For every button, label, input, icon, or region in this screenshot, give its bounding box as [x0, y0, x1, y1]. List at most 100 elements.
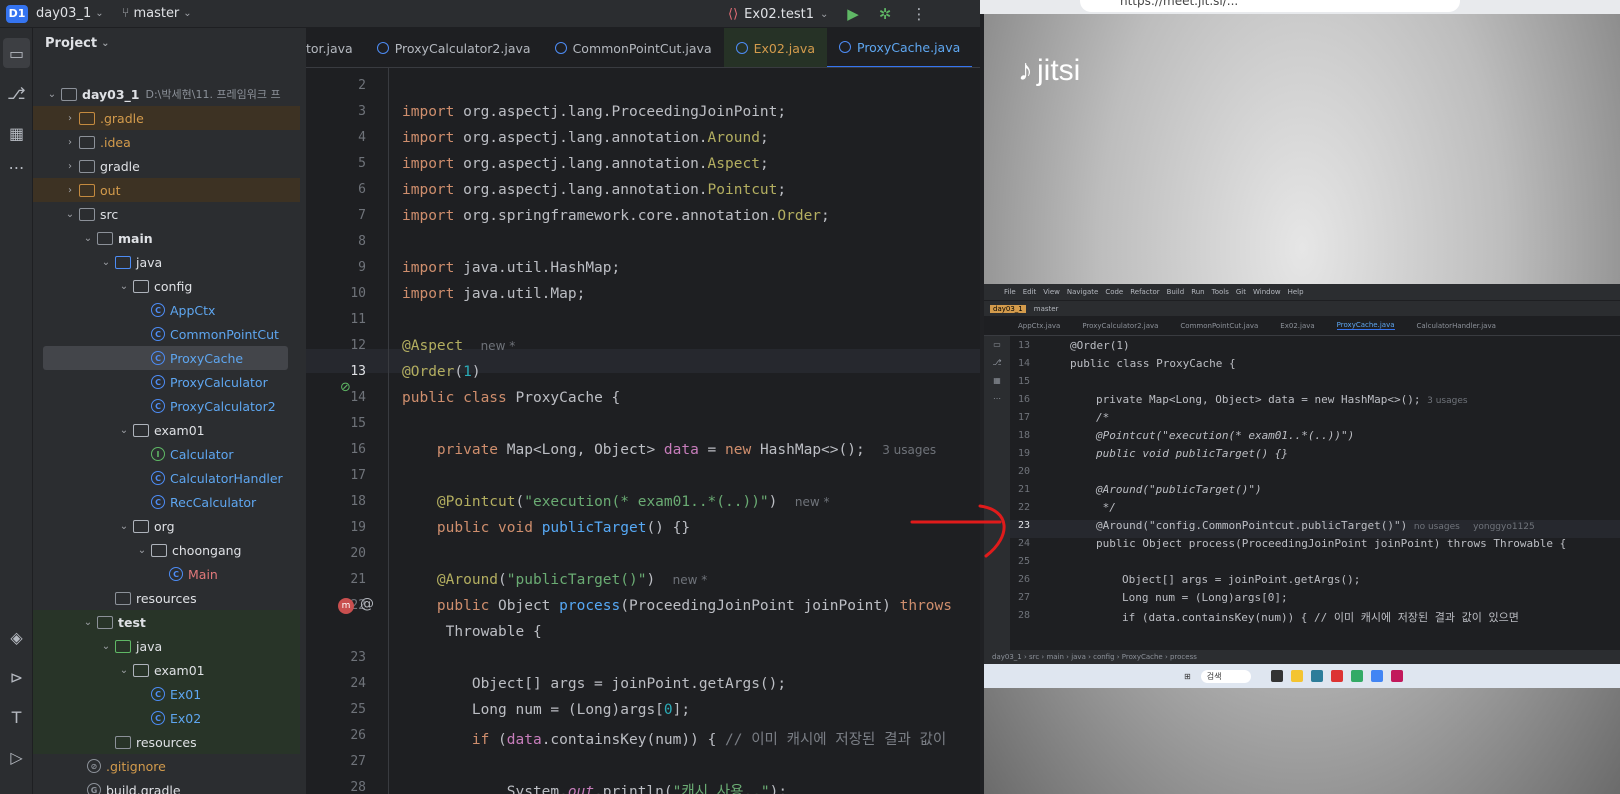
tree-item-config[interactable]: ⌄ config	[33, 274, 300, 298]
jitsi-logo: ♪ jitsi	[1018, 54, 1081, 87]
code-line: import org.springframework.core.annotati…	[402, 208, 830, 224]
structure-icon[interactable]: ▦	[0, 118, 33, 148]
shared-menu-bar: File Edit View Navigate Code Refactor Build Run…	[984, 284, 1620, 300]
tree-item-gitignore[interactable]: ⊘ .gitignore	[33, 754, 300, 778]
shared-editor-tabs: AppCtx.java ProxyCalculator2.java Common…	[984, 316, 1620, 336]
more-tools-icon[interactable]: ⋯	[0, 152, 33, 182]
code-line: @Around("publicTarget()") new *	[436, 572, 708, 588]
chevron-right-icon: ›	[68, 160, 72, 172]
layers-icon[interactable]: ◈	[0, 622, 33, 652]
tab-proxycalculator2[interactable]: ProxyCalculator2.java	[365, 28, 543, 67]
gradle-icon: G	[87, 783, 101, 794]
tree-item-test-resources[interactable]: resources	[33, 730, 300, 754]
taskbar-app-icon	[1331, 670, 1344, 682]
tree-item-test-java[interactable]: ⌄ java	[33, 634, 300, 658]
chevron-down-icon: ⌄	[119, 520, 129, 532]
tree-item-gradle-dir[interactable]: › .gradle	[33, 106, 300, 130]
shared-toolbar: day03_1 master	[984, 300, 1620, 316]
tree-item-proxycalculator[interactable]: C ProxyCalculator	[33, 370, 300, 394]
tree-root[interactable]: ⌄ day03_1 D:\박세현\11. 프레임워크 프	[33, 82, 300, 106]
test-folder-icon	[115, 639, 131, 653]
tree-item-proxycalculator2[interactable]: C ProxyCalculator2	[33, 394, 300, 418]
main-class-icon: C	[169, 567, 183, 581]
chevron-right-icon: ›	[68, 136, 72, 148]
tool-window-stripe: ▭ ⎇ ▦ ⋯ ◈ ⊳ T ▷	[0, 28, 33, 794]
chevron-down-icon: ⌄	[47, 88, 57, 100]
at-annotation-icon[interactable]: @	[360, 596, 374, 612]
terminal-icon[interactable]: T	[0, 702, 33, 732]
tree-item-main[interactable]: ⌄ main	[33, 226, 300, 250]
test-class-icon: C	[151, 687, 165, 701]
tab-commonpointcut[interactable]: CommonPointCut.java	[543, 28, 724, 67]
folder-icon	[79, 207, 95, 221]
shared-taskbar: ⊞ 검색	[984, 664, 1620, 688]
taskbar-app-icon	[1371, 670, 1384, 682]
junit-icon: ⟨⟩	[728, 6, 739, 22]
tree-item-choongang[interactable]: ⌄ choongang	[33, 538, 300, 562]
code-line: if (data.containsKey(num)) { // 이미 캐시에 저…	[471, 732, 947, 748]
tree-item-test[interactable]: ⌄ test	[33, 610, 300, 634]
tab-ex02[interactable]: Ex02.java	[723, 28, 827, 67]
project-panel-header[interactable]: Project ⌄	[33, 28, 300, 58]
tree-item-src[interactable]: ⌄ src	[33, 202, 300, 226]
run-tool-icon[interactable]: ▷	[0, 742, 33, 772]
tree-item-idea[interactable]: › .idea	[33, 130, 300, 154]
tree-item-main-class[interactable]: C Main	[33, 562, 300, 586]
chevron-down-icon: ⌄	[101, 37, 110, 49]
tree-item-out[interactable]: › out	[33, 178, 300, 202]
services-icon[interactable]: ⊳	[0, 662, 33, 692]
class-icon: C	[151, 399, 165, 413]
chevron-right-icon: ›	[68, 184, 72, 196]
ide-toolbar: D1 day03_1 ⌄ ⑂ master ⌄ ⟨⟩ Ex02.test1 ⌄ ▶ ✲ ⋮	[0, 0, 980, 28]
chevron-down-icon: ⌄	[101, 256, 111, 268]
shared-status-bar: day03_1 › src › main › java › config › P…	[984, 650, 1620, 664]
debug-icon[interactable]: ✲	[872, 0, 898, 28]
tree-item-test-exam01[interactable]: ⌄ exam01	[33, 658, 300, 682]
tree-item-reccalculator[interactable]: C RecCalculator	[33, 490, 300, 514]
more-icon[interactable]: ⋮	[906, 0, 932, 28]
browser-window: https://meet.jit.si/... ♪ jitsi File Edit V…	[980, 0, 1620, 794]
class-icon: C	[151, 303, 165, 317]
address-bar[interactable]: https://meet.jit.si/...	[1080, 0, 1460, 12]
annotation-arrow	[910, 504, 1006, 558]
taskbar-app-icon	[1351, 670, 1364, 682]
tree-item-gradle[interactable]: › gradle	[33, 154, 300, 178]
folder-icon	[79, 135, 95, 149]
taskbar-app-icon	[1391, 670, 1404, 682]
run-config-selector[interactable]: ⟨⟩ Ex02.test1 ⌄	[728, 0, 828, 28]
code-line: @Pointcut("execution(* exam01..*(..))") …	[436, 494, 830, 510]
source-folder-icon	[115, 255, 131, 269]
tree-item-appctx[interactable]: C AppCtx	[33, 298, 300, 322]
commit-icon[interactable]: ⎇	[0, 78, 33, 108]
folder-icon	[79, 111, 95, 125]
code-line: Throwable {	[445, 624, 542, 640]
code-line: public Object process(ProceedingJoinPoin…	[436, 598, 952, 614]
jitsi-logo-icon: ♪	[1018, 54, 1033, 87]
tree-item-calculatorhandler[interactable]: C CalculatorHandler	[33, 466, 300, 490]
aop-advice-icon[interactable]: m	[338, 598, 354, 614]
tab-calculator-partial[interactable]: tor.java	[306, 28, 365, 67]
tree-item-ex01[interactable]: C Ex01	[33, 682, 300, 706]
chevron-down-icon: ⌄	[119, 664, 129, 676]
tree-item-build-gradle[interactable]: Gbuild.gradle	[33, 778, 300, 794]
branch-selector[interactable]: ⑂ master ⌄	[122, 6, 192, 21]
tree-item-org[interactable]: ⌄ org	[33, 514, 300, 538]
project-view-icon[interactable]: ▭	[3, 38, 30, 68]
code-editor[interactable]: tor.java ProxyCalculator2.java CommonPoi…	[306, 28, 980, 794]
spring-bean-icon[interactable]: ⊘	[340, 380, 351, 395]
project-badge[interactable]: D1	[6, 4, 28, 23]
tree-item-proxycache[interactable]: C ProxyCache	[43, 346, 288, 370]
tree-item-ex02[interactable]: C Ex02	[33, 706, 300, 730]
project-selector[interactable]: day03_1 ⌄	[36, 6, 104, 21]
ide-window: D1 day03_1 ⌄ ⑂ master ⌄ ⟨⟩ Ex02.test1 ⌄ ▶ ✲ ⋮…	[0, 0, 980, 794]
tab-proxycache[interactable]: ProxyCache.java	[827, 28, 973, 67]
tree-item-calculator[interactable]: I Calculator	[33, 442, 300, 466]
package-icon	[133, 279, 149, 293]
tree-item-exam01[interactable]: ⌄ exam01	[33, 418, 300, 442]
tree-item-main-resources[interactable]: resources	[33, 586, 300, 610]
tree-item-commonpointcut[interactable]: C CommonPointCut	[33, 322, 300, 346]
tree-item-main-java[interactable]: ⌄ java	[33, 250, 300, 274]
run-icon[interactable]: ▶	[840, 0, 866, 28]
code-line: @Order(1)	[402, 364, 481, 380]
taskbar-app-icon	[1311, 670, 1324, 682]
